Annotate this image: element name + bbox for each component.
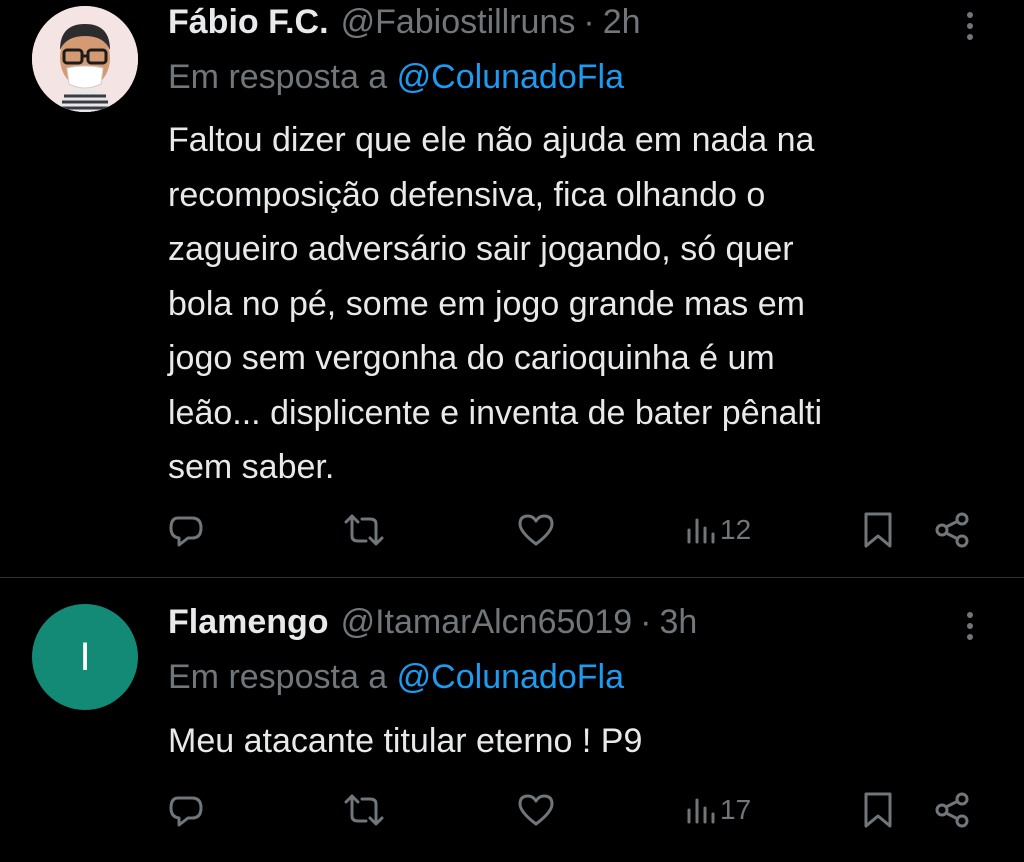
- handle[interactable]: @ItamarAlcn65019: [341, 603, 633, 642]
- timestamp[interactable]: 2h: [603, 3, 641, 42]
- share-button[interactable]: [932, 505, 972, 555]
- views-count: 12: [720, 514, 752, 545]
- avatar[interactable]: I: [32, 604, 138, 710]
- reply-button[interactable]: [166, 505, 206, 555]
- tweet-text: Meu atacante titular eterno ! P9: [168, 722, 643, 760]
- more-options-button[interactable]: [955, 606, 985, 646]
- reply-context: Em resposta a @ColunadoFla: [168, 658, 624, 697]
- timestamp[interactable]: 3h: [659, 603, 697, 642]
- tweet-divider: [0, 577, 1024, 578]
- reply-button[interactable]: [166, 785, 206, 835]
- reply-mention-link[interactable]: @ColunadoFla: [397, 58, 624, 96]
- more-icon: [967, 612, 973, 640]
- retweet-button[interactable]: [342, 505, 386, 555]
- bookmark-button[interactable]: [860, 785, 896, 835]
- reply-mention-link[interactable]: @ColunadoFla: [397, 658, 624, 696]
- display-name[interactable]: Fábio F.C.: [168, 3, 329, 42]
- bookmark-icon: [864, 512, 892, 548]
- views-count: 17: [720, 794, 752, 825]
- bookmark-button[interactable]: [860, 505, 896, 555]
- retweet-button[interactable]: [342, 785, 386, 835]
- share-icon: [935, 512, 969, 548]
- tweet-header: Fábio F.C. @Fabiostillruns · 2h: [168, 0, 641, 44]
- avatar-letter: I: [79, 634, 91, 679]
- like-button[interactable]: [516, 785, 556, 835]
- more-icon: [967, 12, 973, 40]
- more-options-button[interactable]: [955, 6, 985, 46]
- tweet-actions: 17: [0, 785, 1024, 835]
- share-icon: [935, 792, 969, 828]
- like-icon: [518, 794, 554, 826]
- reply-icon: [169, 516, 203, 547]
- display-name[interactable]: Flamengo: [168, 603, 329, 642]
- share-button[interactable]: [932, 785, 972, 835]
- views-button[interactable]: 17: [686, 785, 751, 835]
- retweet-icon: [344, 794, 384, 826]
- reply-prefix: Em resposta a: [168, 58, 388, 96]
- avatar[interactable]: [32, 6, 138, 112]
- views-icon: [687, 798, 715, 824]
- like-icon: [518, 514, 554, 546]
- tweet-header: Flamengo @ItamarAlcn65019 · 3h: [168, 600, 697, 644]
- reply-context: Em resposta a @ColunadoFla: [168, 58, 624, 97]
- memoji-avatar-icon: [32, 6, 138, 112]
- tweet-text: Faltou dizer que ele não ajuda em nada n…: [168, 121, 823, 486]
- reply-icon: [169, 796, 203, 827]
- views-icon: [687, 518, 715, 544]
- tweet[interactable]: I Flamengo @ItamarAlcn65019 · 3h Em resp…: [0, 580, 1024, 862]
- reply-prefix: Em resposta a: [168, 658, 388, 696]
- tweet-actions: 12: [0, 505, 1024, 555]
- like-button[interactable]: [516, 505, 556, 555]
- bookmark-icon: [864, 792, 892, 828]
- separator-dot: ·: [640, 602, 652, 641]
- tweet[interactable]: Fábio F.C. @Fabiostillruns · 2h Em respo…: [0, 0, 1024, 578]
- handle[interactable]: @Fabiostillruns: [341, 3, 576, 42]
- separator-dot: ·: [583, 2, 595, 41]
- views-button[interactable]: 12: [686, 505, 751, 555]
- retweet-icon: [344, 514, 384, 546]
